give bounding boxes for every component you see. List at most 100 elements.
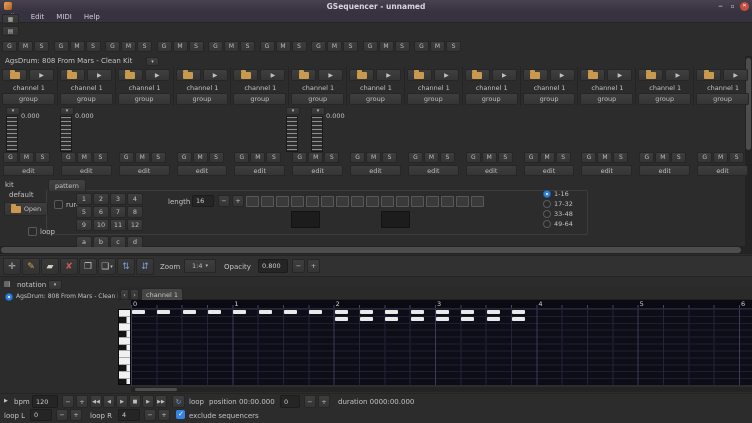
editor-hscrollbar[interactable]	[131, 387, 752, 392]
note[interactable]	[233, 310, 246, 314]
gms-m-button[interactable]: M	[135, 152, 150, 163]
gms-g-button[interactable]: G	[54, 41, 69, 52]
pattern-cell[interactable]	[261, 196, 274, 207]
gms-s-button[interactable]: S	[266, 152, 281, 163]
loop-l-plus-button[interactable]: +	[70, 409, 82, 421]
gms-g-button[interactable]: G	[350, 152, 365, 163]
group-button[interactable]: group	[291, 93, 344, 105]
level-meter[interactable]	[286, 116, 298, 152]
gms-s-button[interactable]: S	[446, 41, 461, 52]
channel-play-button[interactable]: ▶	[550, 69, 575, 81]
bank-tab-b[interactable]: b	[93, 236, 109, 247]
group-button[interactable]: group	[118, 93, 171, 105]
group-button[interactable]: group	[60, 93, 113, 105]
gms-g-button[interactable]: G	[119, 152, 134, 163]
gms-g-button[interactable]: G	[292, 152, 307, 163]
gms-m-button[interactable]: M	[19, 152, 34, 163]
piano-key-black[interactable]	[119, 331, 130, 338]
gms-s-button[interactable]: S	[556, 152, 571, 163]
bpm-value[interactable]: 120	[32, 395, 58, 408]
note[interactable]	[461, 310, 474, 314]
pattern-cell[interactable]	[426, 196, 439, 207]
note[interactable]	[360, 310, 373, 314]
note[interactable]	[461, 317, 474, 321]
loop-r-plus-button[interactable]: +	[158, 409, 170, 421]
level-meter[interactable]	[6, 116, 18, 152]
gms-g-button[interactable]: G	[363, 41, 378, 52]
gms-m-button[interactable]: M	[713, 152, 728, 163]
pad-button-1[interactable]: 1	[76, 193, 92, 205]
note[interactable]	[385, 317, 398, 321]
bpm-minus-button[interactable]: −	[62, 395, 74, 408]
edit-button[interactable]: edit	[119, 165, 170, 176]
sample-open-button[interactable]	[233, 69, 258, 81]
copy-button[interactable]: ❐	[79, 258, 97, 275]
channel-play-button[interactable]: ▶	[87, 69, 112, 81]
gms-m-button[interactable]: M	[250, 152, 265, 163]
gms-m-button[interactable]: M	[173, 41, 188, 52]
opacity-minus-button[interactable]: −	[292, 259, 305, 273]
edit-button[interactable]: edit	[524, 165, 575, 176]
matrix-icon[interactable]: ▦	[2, 14, 19, 24]
sample-open-button[interactable]	[60, 69, 85, 81]
note[interactable]	[183, 310, 196, 314]
edit-pencil-button[interactable]: ✎	[22, 258, 40, 275]
invert-button[interactable]: ⇅	[117, 258, 135, 275]
edit-button[interactable]: edit	[697, 165, 748, 176]
pad-button-10[interactable]: 10	[93, 219, 109, 231]
channel-play-button[interactable]: ▶	[145, 69, 170, 81]
edit-button[interactable]: edit	[639, 165, 690, 176]
sample-open-button[interactable]	[580, 69, 605, 81]
pad-button-2[interactable]: 2	[93, 193, 109, 205]
pattern-cell[interactable]	[366, 196, 379, 207]
edit-button[interactable]: edit	[234, 165, 285, 176]
channel-play-button[interactable]: ▶	[434, 69, 459, 81]
edit-button[interactable]: edit	[292, 165, 343, 176]
gms-s-button[interactable]: S	[189, 41, 204, 52]
sample-open-button[interactable]	[349, 69, 374, 81]
gms-s-button[interactable]: S	[729, 152, 744, 163]
pattern-tab[interactable]: pattern	[48, 179, 86, 191]
pattern-cell[interactable]	[321, 196, 334, 207]
pattern-cell[interactable]	[276, 196, 289, 207]
machines-hscrollbar[interactable]	[0, 246, 745, 254]
piano-key-white[interactable]	[119, 358, 130, 365]
gms-s-button[interactable]: S	[395, 41, 410, 52]
pattern-cell[interactable]	[291, 196, 304, 207]
pad-button-11[interactable]: 11	[110, 219, 126, 231]
sample-open-button[interactable]	[291, 69, 316, 81]
group-button[interactable]: group	[523, 93, 576, 105]
gms-m-button[interactable]: M	[308, 152, 323, 163]
pattern-cell[interactable]	[441, 196, 454, 207]
pad-button-5[interactable]: 5	[76, 206, 92, 218]
gms-g-button[interactable]: G	[311, 41, 326, 52]
opacity-plus-button[interactable]: +	[307, 259, 320, 273]
note-grid[interactable]	[131, 309, 752, 385]
bank-radio-33-48[interactable]	[543, 210, 551, 218]
menu-midi[interactable]: MIDI	[51, 13, 77, 21]
gms-m-button[interactable]: M	[327, 41, 342, 52]
gms-m-button[interactable]: M	[276, 41, 291, 52]
pad-button-12[interactable]: 12	[127, 219, 143, 231]
tab-next-button[interactable]: ›	[130, 289, 139, 300]
pattern-cell[interactable]	[396, 196, 409, 207]
sample-open-button[interactable]	[696, 69, 721, 81]
piano-key-white[interactable]	[119, 351, 130, 358]
edit-button[interactable]: edit	[581, 165, 632, 176]
gms-s-button[interactable]: S	[671, 152, 686, 163]
note[interactable]	[157, 310, 170, 314]
gms-s-button[interactable]: S	[137, 41, 152, 52]
note[interactable]	[512, 310, 525, 314]
minimize-button[interactable]: −	[716, 2, 725, 11]
gms-m-button[interactable]: M	[379, 41, 394, 52]
rewind-button[interactable]: ◀◀	[90, 395, 102, 408]
gms-m-button[interactable]: M	[430, 41, 445, 52]
sample-open-button[interactable]	[465, 69, 490, 81]
gms-g-button[interactable]: G	[414, 41, 429, 52]
bank-radio-17-32[interactable]	[543, 200, 551, 208]
note[interactable]	[309, 310, 322, 314]
timeline-ruler[interactable]: 0123456	[131, 300, 752, 309]
note[interactable]	[284, 310, 297, 314]
group-button[interactable]: group	[465, 93, 518, 105]
gms-g-button[interactable]: G	[408, 152, 423, 163]
